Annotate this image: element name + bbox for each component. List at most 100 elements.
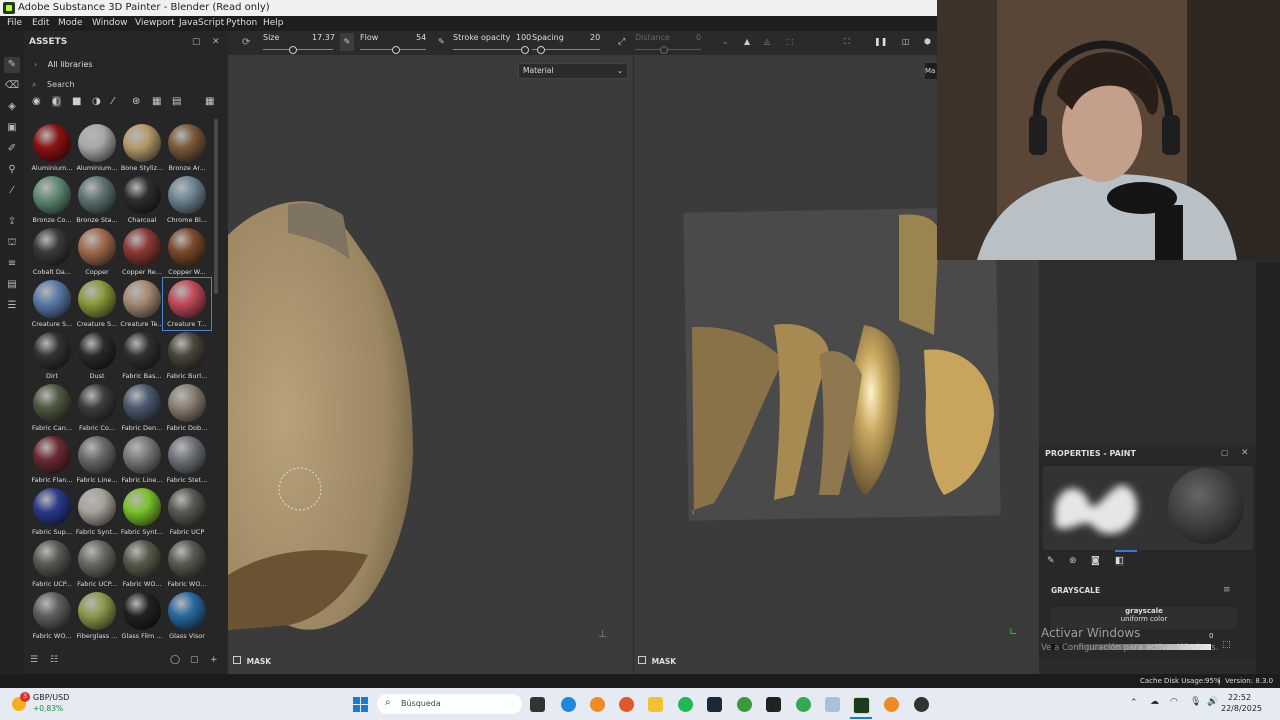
material-thumbnail[interactable] (168, 332, 206, 370)
material-thumbnail[interactable] (78, 176, 116, 214)
material-thumbnail[interactable] (33, 280, 71, 318)
lazy-mouse-icon[interactable]: ⟳ (242, 37, 250, 48)
material-thumbnail[interactable] (78, 124, 116, 162)
folder-icon[interactable]: ▢ (190, 655, 199, 665)
material-thumbnail[interactable] (78, 488, 116, 526)
material-thumbnail[interactable] (33, 540, 71, 578)
float-panel-icon[interactable]: ▢ (1221, 448, 1229, 457)
clock-time[interactable]: 22:52 (1228, 693, 1251, 702)
pause-icon[interactable]: ❚❚ (874, 37, 887, 46)
assets-scrollbar[interactable] (214, 119, 218, 294)
menu-edit[interactable]: Edit (32, 16, 49, 31)
material-thumbnail[interactable] (78, 592, 116, 630)
material-thumbnail[interactable] (33, 228, 71, 266)
material-thumbnail[interactable] (123, 124, 161, 162)
stencil-tab-icon[interactable]: ◙ (1091, 556, 1100, 566)
geometry-mask-icon[interactable]: ▣ (4, 120, 20, 136)
wifi-icon[interactable]: ◠ (1170, 697, 1178, 707)
mirror-icon[interactable]: ▲ (744, 37, 750, 46)
material-thumbnail[interactable] (123, 436, 161, 474)
alpha-tab-icon[interactable]: ⊛ (1069, 556, 1077, 566)
color-picker-icon[interactable]: ⬚ (1222, 640, 1231, 650)
camera-icon[interactable]: ⛶ (844, 37, 850, 47)
material-thumbnail[interactable] (78, 228, 116, 266)
material-thumbnail[interactable] (78, 332, 116, 370)
menu-window[interactable]: Window (92, 16, 128, 31)
chrome-icon[interactable] (737, 697, 752, 712)
material-tab-icon[interactable]: ◧ (1115, 556, 1124, 566)
filter-list-icon[interactable]: ☷ (50, 655, 58, 665)
menu-help[interactable]: Help (263, 16, 284, 31)
filter-environment-icon[interactable]: ▤ (172, 96, 181, 107)
refresh-icon[interactable]: ◯ (170, 655, 180, 665)
menu-python[interactable]: Python (226, 16, 257, 31)
clock-date[interactable]: 22/8/2025 (1221, 704, 1262, 713)
filter-mask-icon[interactable]: ◑ (92, 96, 101, 107)
menu-icon[interactable]: ≡ (1223, 585, 1231, 595)
material-thumbnail[interactable] (168, 540, 206, 578)
blender-icon[interactable] (590, 697, 605, 712)
viewport-3d[interactable]: Material ⌄ MASK ⊥ (228, 55, 633, 674)
transform-icon[interactable]: ⬚ (786, 37, 794, 46)
material-thumbnail[interactable] (123, 280, 161, 318)
material-thumbnail[interactable] (168, 384, 206, 422)
stack-icon[interactable]: ☰ (4, 298, 20, 314)
spotify-icon[interactable] (678, 697, 693, 712)
save-icon[interactable]: ▤ (4, 277, 20, 293)
size-slider[interactable] (289, 46, 297, 54)
eraser-icon[interactable]: ⌫ (4, 78, 20, 94)
photos-icon[interactable] (825, 697, 840, 712)
close-icon[interactable]: ✕ (1241, 448, 1249, 458)
material-thumbnail[interactable] (123, 228, 161, 266)
material-thumbnail[interactable] (78, 384, 116, 422)
material-thumbnail[interactable] (33, 592, 71, 630)
material-thumbnail[interactable] (78, 436, 116, 474)
material-thumbnail[interactable] (123, 488, 161, 526)
pen-pressure-icon[interactable]: ✎ (340, 33, 354, 51)
projection-icon[interactable]: ◈ (4, 99, 20, 115)
menu-file[interactable]: File (7, 16, 22, 31)
material-thumbnail[interactable] (168, 436, 206, 474)
substance-painter-icon[interactable] (853, 697, 870, 714)
material-thumbnail[interactable] (123, 540, 161, 578)
mask-toggle-left[interactable]: MASK (233, 656, 271, 666)
symmetry-icon[interactable]: ⤢ (618, 37, 625, 47)
microphone-icon[interactable]: 🎙 (1190, 697, 1201, 707)
brush-tab-icon[interactable]: ✎ (1047, 556, 1055, 566)
material-thumbnail[interactable] (33, 436, 71, 474)
material-thumbnail[interactable] (168, 592, 206, 630)
obs-icon[interactable] (914, 697, 929, 712)
material-thumbnail[interactable] (168, 228, 206, 266)
paint-brush-icon[interactable]: ✎ (4, 57, 20, 73)
grid-view-icon[interactable]: ▦ (205, 96, 214, 107)
pen-pressure-flow-icon[interactable]: ✎ (438, 37, 445, 46)
bake-icon[interactable]: ⇪ (4, 214, 20, 230)
text-icon[interactable]: ≡ (4, 256, 20, 272)
tray-chevron-icon[interactable]: ⌃ (1130, 698, 1138, 708)
material-thumbnail[interactable] (78, 280, 116, 318)
edge-icon[interactable] (561, 697, 576, 712)
libraries-row[interactable]: › All libraries (34, 60, 93, 69)
task-view-icon[interactable] (530, 697, 545, 712)
material-thumbnail[interactable] (168, 488, 206, 526)
material-thumbnail[interactable] (33, 384, 71, 422)
list-view-icon[interactable]: ☰ (30, 655, 38, 665)
unity-icon[interactable] (766, 697, 781, 712)
spacing-slider[interactable] (537, 46, 545, 54)
filter-texture-icon[interactable]: ▦ (152, 96, 161, 107)
filter-smart-icon[interactable]: ■ (72, 96, 81, 107)
stroke-opacity-slider[interactable] (521, 46, 529, 54)
steam-icon[interactable] (707, 697, 722, 712)
material-thumbnail[interactable] (33, 124, 71, 162)
menu-viewport[interactable]: Viewport (135, 16, 175, 31)
material-thumbnail[interactable] (33, 332, 71, 370)
mask-toggle-right[interactable]: MASK (638, 656, 676, 666)
smudge-icon[interactable]: ✐ (4, 141, 20, 157)
render-icon[interactable]: ⬢ (924, 37, 931, 46)
chrome-alt-icon[interactable] (796, 697, 811, 712)
material-thumbnail[interactable] (123, 592, 161, 630)
float-panel-icon[interactable]: ▢ (192, 31, 201, 53)
filter-all-icon[interactable]: ◉ (32, 96, 41, 107)
volume-icon[interactable]: 🔊 (1207, 697, 1218, 707)
stroke-opacity-value[interactable]: 100 (516, 33, 531, 42)
